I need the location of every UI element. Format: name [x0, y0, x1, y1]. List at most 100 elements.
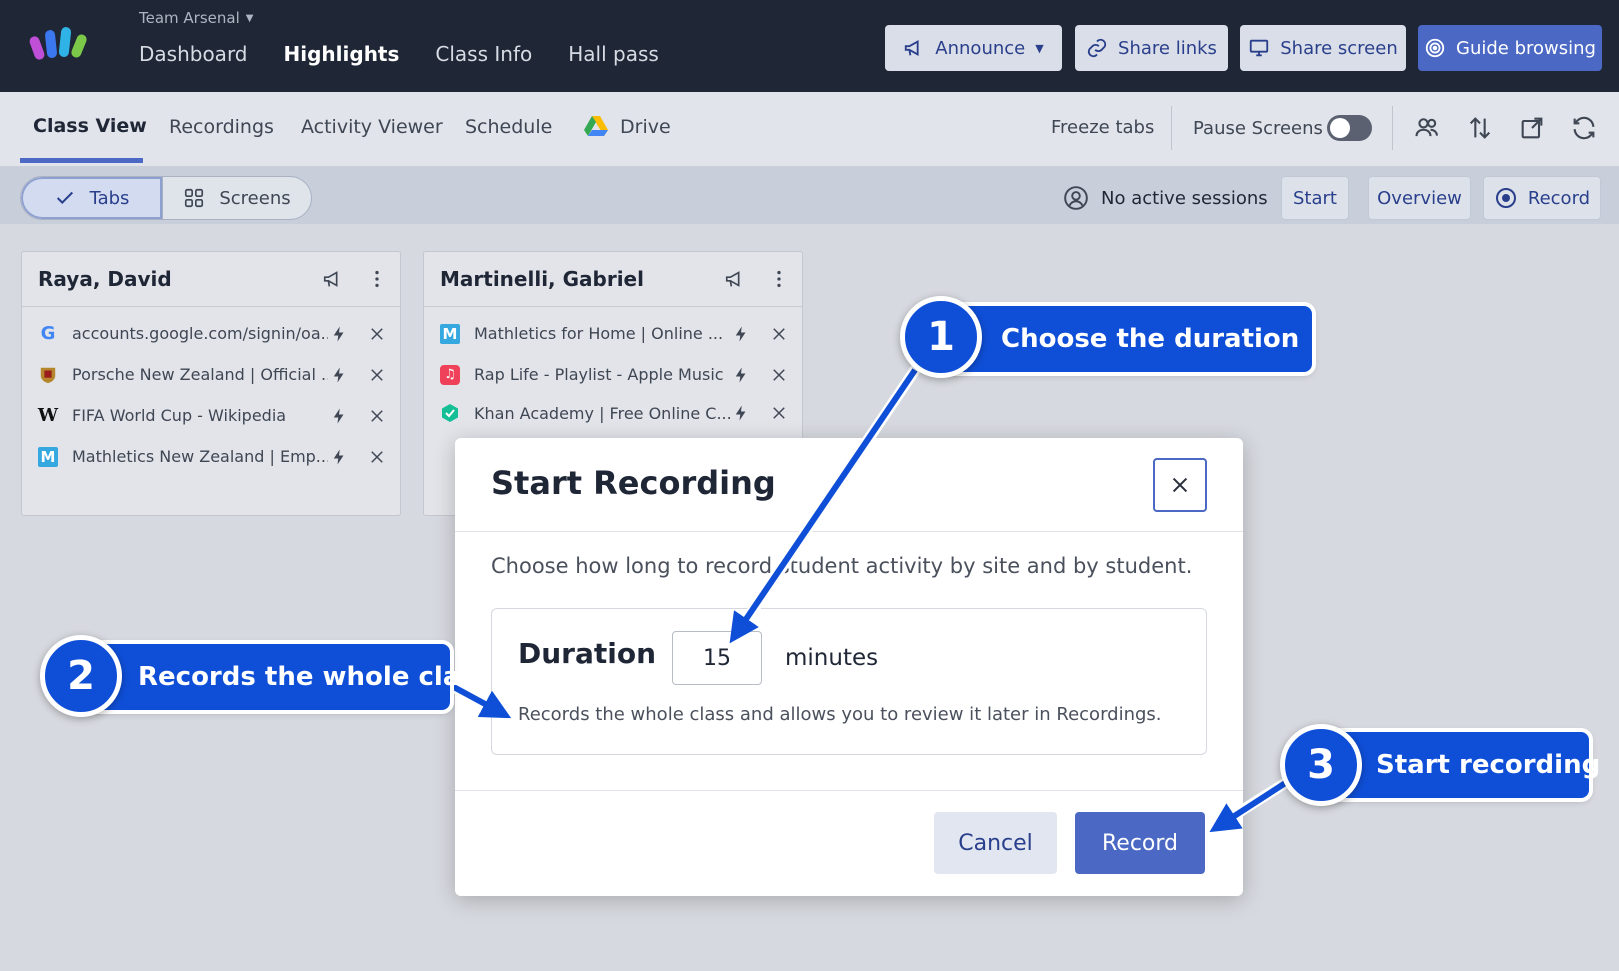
khan-academy-icon [440, 403, 460, 423]
nav-highlights[interactable]: Highlights [284, 42, 400, 66]
tab-class-view[interactable]: Class View [33, 115, 147, 137]
start-label: Start [1293, 187, 1337, 209]
lightning-icon[interactable] [732, 404, 750, 422]
megaphone-icon [905, 40, 919, 56]
close-icon[interactable] [770, 325, 788, 343]
callout-1-badge: 1 [900, 296, 982, 378]
close-icon[interactable] [770, 404, 788, 422]
tab-schedule[interactable]: Schedule [465, 116, 552, 138]
duration-help-text: Records the whole class and allows you t… [518, 704, 1162, 725]
freeze-tabs-button[interactable]: Freeze tabs [1051, 117, 1154, 138]
more-vertical-icon[interactable] [768, 268, 790, 290]
caret-down-icon: ▼ [245, 12, 254, 24]
tab-title: Mathletics for Home | Online ... [474, 324, 724, 343]
tab-title: accounts.google.com/signin/oa... [72, 324, 328, 343]
share-screen-button[interactable]: Share screen [1240, 25, 1406, 71]
divider [455, 531, 1243, 532]
start-session-button[interactable]: Start [1281, 176, 1349, 220]
lightning-icon[interactable] [330, 366, 348, 384]
user-circle-icon [1064, 186, 1088, 210]
lightning-icon[interactable] [330, 448, 348, 466]
tab-title: Khan Academy | Free Online C... [474, 403, 730, 423]
tab-title: Rap Life - Playlist - Apple Music [474, 365, 724, 384]
callout-1-text: Choose the duration [1001, 324, 1300, 354]
cancel-button[interactable]: Cancel [934, 812, 1057, 874]
share-links-button[interactable]: Share links [1075, 25, 1228, 71]
google-icon: G [40, 323, 56, 344]
tab-recordings[interactable]: Recordings [169, 116, 274, 138]
tab-row[interactable]: W FIFA World Cup - Wikipedia [22, 395, 400, 436]
divider [1392, 106, 1393, 150]
close-icon[interactable] [368, 366, 386, 384]
tab-row[interactable]: M Mathletics New Zealand | Emp... [22, 436, 400, 477]
google-drive-icon [584, 116, 608, 136]
share-screen-label: Share screen [1280, 37, 1398, 59]
team-name: Team Arsenal [139, 9, 240, 27]
apple-music-icon: ♫ [440, 364, 460, 385]
users-icon[interactable] [1413, 114, 1441, 142]
start-recording-dialog: Start Recording Choose how long to recor… [455, 438, 1243, 896]
record-icon [1495, 188, 1516, 208]
tab-title: Mathletics New Zealand | Emp... [72, 447, 328, 466]
close-icon [1172, 477, 1188, 493]
student-card-header: Raya, David [22, 252, 400, 307]
screens-view-button[interactable]: Screens [163, 177, 311, 219]
wikipedia-icon: W [37, 405, 59, 426]
callout-1: Choose the duration [947, 306, 1312, 372]
dialog-title: Start Recording [491, 464, 776, 502]
tab-row[interactable]: ♫ Rap Life - Playlist - Apple Music [424, 354, 802, 395]
student-card[interactable]: Raya, David G accounts.google.com/signin… [21, 251, 401, 516]
close-icon[interactable] [368, 448, 386, 466]
announce-button[interactable]: Announce ▼ [885, 25, 1062, 71]
tab-row[interactable]: Porsche New Zealand | Official ... [22, 354, 400, 395]
screens-view-label: Screens [219, 187, 291, 209]
dialog-description: Choose how long to record student activi… [491, 554, 1193, 578]
check-icon [56, 191, 73, 205]
open-external-icon[interactable] [1518, 114, 1546, 142]
tabs-view-button[interactable]: Tabs [21, 177, 163, 219]
divider [455, 790, 1243, 791]
sort-icon[interactable] [1466, 114, 1494, 142]
megaphone-icon[interactable] [322, 268, 344, 290]
tab-drive[interactable]: Drive [620, 116, 671, 138]
duration-input[interactable] [672, 631, 762, 685]
nav-hall-pass[interactable]: Hall pass [568, 42, 659, 66]
close-icon[interactable] [770, 366, 788, 384]
share-links-label: Share links [1118, 37, 1217, 59]
target-icon [1425, 38, 1445, 58]
tab-row[interactable]: G accounts.google.com/signin/oa... [22, 313, 400, 354]
close-icon[interactable] [368, 407, 386, 425]
tab-row[interactable]: Khan Academy | Free Online C... [424, 395, 802, 431]
megaphone-icon[interactable] [724, 268, 746, 290]
pause-screens-toggle[interactable] [1327, 115, 1372, 141]
nav-dashboard[interactable]: Dashboard [139, 42, 248, 66]
confirm-record-button[interactable]: Record [1075, 812, 1205, 874]
close-icon[interactable] [368, 325, 386, 343]
team-selector[interactable]: Team Arsenal ▼ [139, 9, 253, 27]
lightning-icon[interactable] [330, 325, 348, 343]
grid-icon [185, 188, 204, 208]
lightning-icon[interactable] [732, 366, 750, 384]
nav-class-info[interactable]: Class Info [435, 42, 532, 66]
divider [1171, 106, 1172, 150]
record-label: Record [1527, 187, 1591, 209]
guide-browsing-button[interactable]: Guide browsing [1418, 25, 1602, 71]
callout-3-badge: 3 [1280, 724, 1362, 806]
record-button[interactable]: Record [1483, 176, 1601, 220]
mathletics-icon: M [440, 323, 460, 344]
lightning-icon[interactable] [732, 325, 750, 343]
overview-button[interactable]: Overview [1368, 176, 1471, 220]
more-vertical-icon[interactable] [366, 268, 388, 290]
tab-row[interactable]: M Mathletics for Home | Online ... [424, 313, 802, 354]
app-logo-icon[interactable] [28, 24, 92, 64]
duration-label: Duration [518, 637, 657, 670]
tab-activity-viewer[interactable]: Activity Viewer [301, 116, 443, 138]
refresh-icon[interactable] [1570, 114, 1598, 142]
caret-down-icon: ▼ [1035, 41, 1044, 55]
callout-2-text: Records the whole class [138, 662, 492, 692]
dialog-close-button[interactable] [1153, 458, 1207, 512]
toggle-knob [1330, 118, 1350, 138]
lightning-icon[interactable] [330, 407, 348, 425]
session-status: No active sessions [1063, 185, 1268, 211]
tabs-view-label: Tabs [89, 187, 130, 209]
